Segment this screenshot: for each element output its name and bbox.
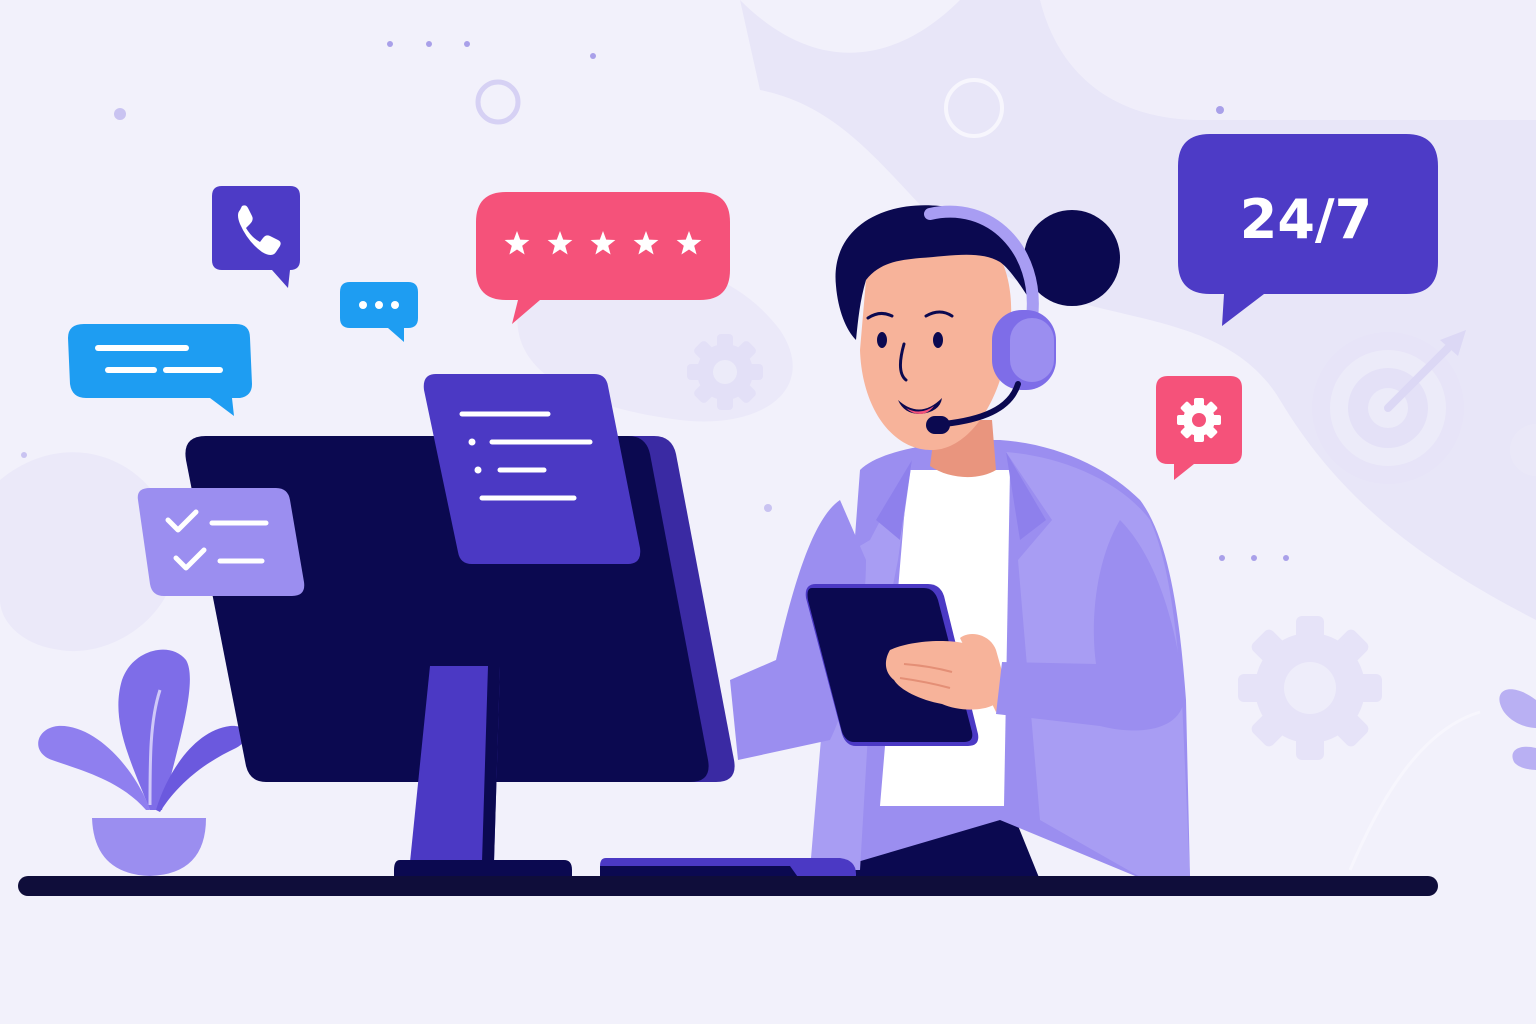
chat-dots-icon [359, 301, 399, 309]
checklist-card [137, 488, 305, 596]
customer-support-illustration: 24/7 [0, 0, 1536, 896]
phone-bubble [212, 186, 300, 288]
gear-icon [687, 334, 763, 410]
chat-dots-bubble [340, 282, 418, 342]
gear-icon [1177, 398, 1221, 442]
desk [18, 876, 1438, 896]
potted-plant [38, 649, 247, 876]
gear-icon [1238, 616, 1382, 760]
document-card [423, 374, 641, 564]
support-hours-text: 24/7 [1240, 188, 1372, 251]
message-bubble [68, 324, 252, 416]
settings-bubble [1156, 376, 1242, 480]
